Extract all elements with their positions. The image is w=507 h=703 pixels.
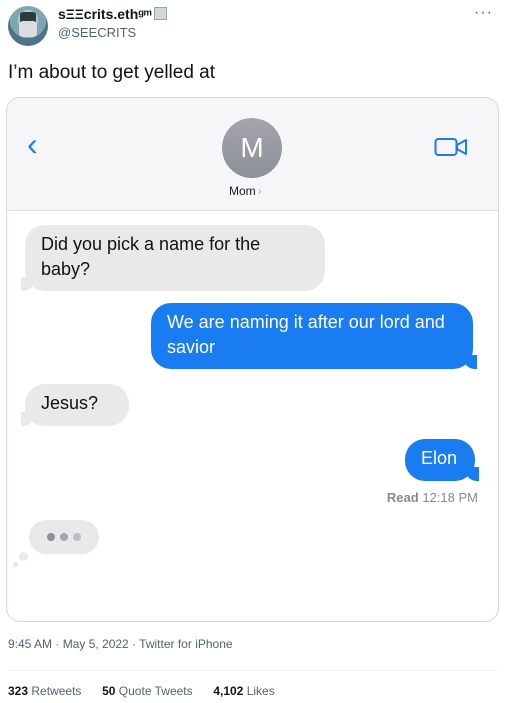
read-label: Read [386, 490, 419, 505]
retweets-count: 323 [8, 684, 29, 698]
tweet-media-image[interactable]: ‹ M Mom › Did you pick a name for the bab… [6, 97, 499, 622]
typing-tail-dot [13, 562, 18, 567]
retweets-label: Retweets [31, 684, 82, 698]
contact-name-label: Mom [229, 184, 256, 198]
tweet-text: I’m about to get yelled at [8, 62, 216, 83]
back-chevron-icon[interactable]: ‹ [27, 128, 38, 160]
typing-indicator-icon [29, 520, 99, 554]
more-icon[interactable]: ··· [474, 4, 493, 22]
read-time: 12:18 PM [422, 490, 478, 505]
divider [8, 670, 499, 671]
typing-tail-dot [19, 552, 28, 561]
chat-header: ‹ M Mom › [7, 98, 498, 211]
author-avatar[interactable] [8, 6, 48, 46]
message-sent-1: We are naming it after our lord and savi… [151, 303, 477, 369]
message-received-2: Jesus? [21, 384, 129, 426]
author-handle[interactable]: @SEECRITS [58, 25, 136, 40]
author-display-name[interactable]: sΞΞcrits.ethᵍᵐ [58, 6, 152, 22]
typing-dot [60, 533, 68, 541]
read-receipt: Read 12:18 PM [387, 490, 478, 505]
author-name[interactable]: sΞΞcrits.ethᵍᵐ [58, 6, 167, 22]
likes-count: 4,102 [213, 684, 244, 698]
nft-badge-icon [153, 7, 167, 20]
video-call-icon[interactable] [434, 136, 468, 158]
contact-chevron-icon: › [257, 184, 262, 198]
message-sent-2: Elon [405, 439, 479, 481]
contact-avatar[interactable]: M [222, 118, 282, 178]
likes-stat[interactable]: 4,102 Likes [213, 684, 274, 698]
quotes-count: 50 [102, 684, 116, 698]
contact-initial: M [240, 132, 264, 163]
avatar-face [19, 21, 37, 37]
quotes-stat[interactable]: 50 Quote Tweets [102, 684, 193, 698]
retweets-stat[interactable]: 323 Retweets [8, 684, 81, 698]
likes-label: Likes [246, 684, 275, 698]
tweet-stats: 323 Retweets 50 Quote Tweets 4,102 Likes [8, 684, 275, 698]
quotes-label: Quote Tweets [118, 684, 193, 698]
typing-dot [73, 533, 81, 541]
tweet-timestamp[interactable]: 9:45 AM · May 5, 2022 · Twitter for iPho… [8, 637, 233, 651]
contact-name[interactable]: Mom › [229, 184, 262, 198]
typing-dot [47, 533, 55, 541]
message-received-1: Did you pick a name for the baby? [21, 225, 325, 291]
